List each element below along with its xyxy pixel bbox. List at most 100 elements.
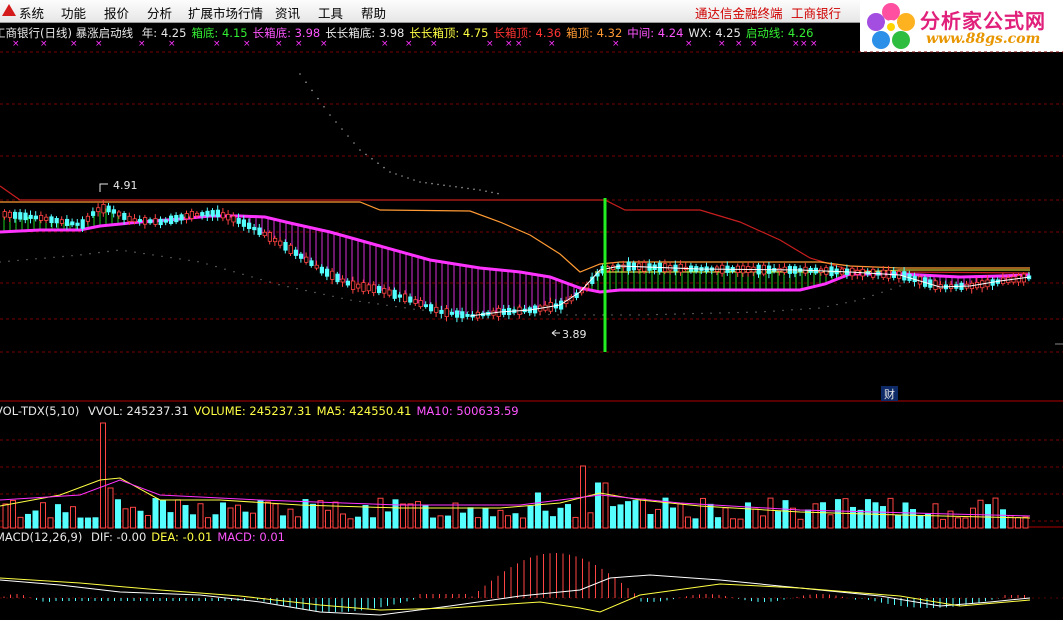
menu-quote[interactable]: 报价: [104, 3, 129, 22]
volume-bar: [707, 503, 714, 529]
trend-dot: [503, 312, 505, 314]
volume-bar: [565, 504, 571, 529]
candle-body: [1011, 276, 1016, 283]
finance-marker[interactable]: [881, 386, 898, 401]
brand-name: 分析家公式网: [920, 9, 1046, 33]
high-price-label: 4.91: [113, 179, 138, 192]
menu-tools[interactable]: 工具: [318, 3, 343, 22]
candle-body: [668, 265, 673, 271]
trend-dot: [71, 255, 73, 257]
volume-bar: [92, 517, 99, 529]
candle-body: [194, 212, 200, 217]
menu-extended-market[interactable]: 扩展市场行情: [188, 3, 263, 22]
volume-bar: [460, 512, 466, 529]
trend-dot: [44, 257, 46, 259]
macd-dea-line: [0, 577, 1031, 613]
menu-function[interactable]: 功能: [61, 3, 86, 22]
trend-dot: [35, 258, 37, 260]
trend-dot: [353, 142, 355, 144]
candle-body: [985, 279, 990, 288]
volume-bar: [152, 498, 159, 529]
candle-body: [964, 283, 969, 289]
volume-bar: [932, 503, 939, 529]
volume-bar: [1007, 515, 1014, 529]
brand-url: www.88gs.com: [926, 31, 1041, 47]
trend-dot: [800, 308, 802, 310]
trend-dot: [383, 166, 385, 169]
candle-body: [543, 304, 548, 311]
volume-bar: [107, 487, 114, 529]
trend-dot: [467, 187, 469, 190]
volume-legend: VOL-TDX(5,10) VVOL: 245237.31 VOLUME: 245…: [0, 404, 519, 418]
candle-body: [127, 215, 132, 222]
indicator-name: 暴涨启动线: [75, 26, 134, 40]
candle-body: [626, 261, 631, 271]
candle-body: [288, 244, 293, 254]
volume-bar: [302, 499, 309, 529]
candle-body: [309, 260, 314, 267]
candle-body: [553, 303, 559, 309]
trend-dot: [62, 255, 64, 258]
volume-bar: [220, 502, 226, 529]
candle-body: [117, 211, 122, 217]
trend-dot: [521, 312, 523, 315]
trend-dot: [440, 310, 442, 312]
trend-dot: [836, 303, 838, 306]
candle-body: [720, 264, 725, 274]
candle-body: [995, 279, 1001, 284]
box-top-line: [0, 201, 1030, 273]
volume-bar: [782, 500, 789, 529]
trend-dot: [881, 291, 883, 293]
candle-body: [252, 226, 257, 231]
stock-name-link[interactable]: 工商银行: [791, 3, 841, 22]
trend-dot: [899, 285, 901, 287]
candle-body: [376, 286, 382, 294]
trend-dot: [437, 183, 439, 186]
candle-body: [969, 282, 975, 290]
candle-body: [980, 280, 985, 289]
trend-dot: [134, 251, 136, 253]
candle-body: [168, 215, 174, 224]
candle-body: [756, 264, 761, 275]
candle-body: [449, 311, 455, 315]
candle-body: [267, 232, 273, 242]
candle-body: [522, 308, 527, 313]
volume-bar: [670, 507, 676, 529]
trend-dot: [629, 314, 631, 316]
candle-body: [860, 268, 865, 277]
candle-body: [787, 265, 793, 274]
candle-body: [585, 283, 590, 289]
candle-body: [413, 299, 418, 304]
menu-analysis[interactable]: 分析: [147, 3, 172, 22]
volume-bar: [490, 516, 496, 529]
candle-body: [293, 249, 299, 256]
volume-bar: [1015, 517, 1021, 529]
volume-legend-item: MA5: 424550.41: [316, 404, 412, 418]
menu-news[interactable]: 资讯: [275, 3, 300, 22]
trend-dot: [692, 312, 694, 315]
volume-bar: [677, 503, 684, 529]
trend-dot: [593, 314, 595, 316]
menu-bar: 系统 功能 报价 分析 扩展市场行情 资讯 工具 帮助 通达信金融终端 工商银行: [0, 0, 860, 23]
trend-dot: [425, 182, 427, 184]
candle-body: [891, 271, 897, 278]
trend-dot: [476, 311, 478, 313]
candle-body: [777, 267, 782, 272]
volume-bar: [835, 499, 841, 529]
trend-dot: [458, 310, 460, 313]
volume-bar: [505, 515, 511, 529]
menu-system[interactable]: 系统: [19, 3, 44, 22]
candle-body: [122, 212, 127, 220]
candle-body: [231, 215, 236, 223]
trend-dot: [863, 297, 865, 300]
candle-body: [142, 217, 148, 225]
volume-bar: [970, 507, 976, 529]
volume-bar: [332, 501, 339, 529]
candle-body: [205, 210, 210, 217]
terminal-link[interactable]: 通达信金融终端: [695, 3, 783, 22]
price-legend: 工商银行(日线) 暴涨启动线 年: 4.25 箱底: 4.15 长箱底: 3.98 长…: [0, 25, 813, 41]
ma-white-line: [469, 265, 1031, 317]
candle-body: [2, 211, 7, 218]
menu-help[interactable]: 帮助: [361, 3, 386, 22]
candle-body: [855, 269, 860, 275]
